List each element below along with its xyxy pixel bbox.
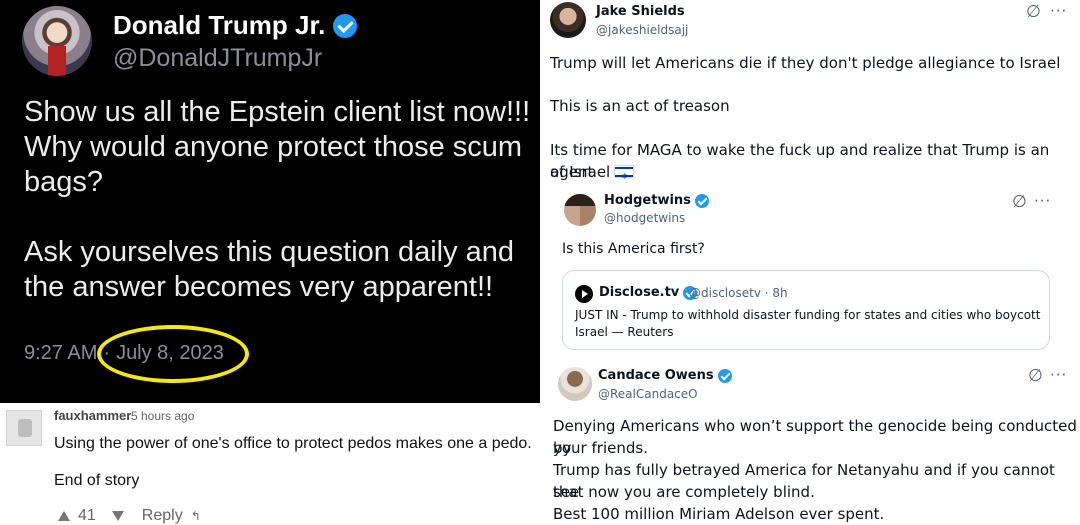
post-text: This is an act of treason bbox=[550, 97, 730, 115]
tweet-time: 9:27 AM bbox=[24, 342, 98, 364]
post-text: of Israel bbox=[550, 161, 635, 188]
israel-flag-icon bbox=[614, 165, 635, 188]
grok-icon[interactable]: ∅ bbox=[1026, 2, 1041, 22]
post-text: Best 100 million Miriam Adelson ever spe… bbox=[553, 505, 885, 523]
post-author-handle[interactable]: @RealCandaceO bbox=[598, 387, 698, 401]
disclose-tv-logo-icon bbox=[575, 285, 593, 303]
quoted-post-text: JUST IN - Trump to withhold disaster fun… bbox=[575, 308, 1041, 339]
reply-arrow-icon: ↰ bbox=[190, 509, 201, 523]
x-post-screenshot: Jake Shields @jakeshieldsajj ∅ ··· Trump… bbox=[540, 0, 1080, 525]
comment-text: Using the power of one's office to prote… bbox=[54, 435, 532, 452]
author-name-text: Candace Owens bbox=[598, 368, 714, 383]
post-text: your friends. bbox=[553, 439, 648, 457]
author-name-text: Donald Trump Jr. bbox=[113, 10, 326, 40]
quoted-author-handle[interactable]: @disclosetv · 8h bbox=[689, 286, 788, 300]
avatar[interactable] bbox=[558, 367, 592, 401]
post-text: that now you are completely blind. bbox=[553, 483, 815, 501]
tweet-body: Show us all the Epstein client list now!… bbox=[24, 95, 534, 340]
tweet-paragraph: Show us all the Epstein client list now!… bbox=[24, 96, 531, 198]
highlight-circle bbox=[97, 325, 249, 383]
post-author-handle[interactable]: @jakeshieldsajj bbox=[596, 23, 688, 37]
comment-actions: 41 Reply ↰ bbox=[58, 507, 201, 525]
more-options-icon[interactable]: ··· bbox=[1050, 2, 1067, 20]
comment-username[interactable]: fauxhammer bbox=[54, 408, 131, 423]
downvote-icon[interactable] bbox=[111, 511, 124, 521]
more-options-icon[interactable]: ··· bbox=[1050, 366, 1067, 384]
upvote-icon[interactable] bbox=[58, 511, 70, 521]
verified-badge-icon bbox=[717, 368, 732, 383]
reader-comment: fauxhammer 5 hours ago Using the power o… bbox=[0, 403, 540, 525]
comment-time[interactable]: 5 hours ago bbox=[131, 409, 194, 423]
post-author-name[interactable]: Jake Shields bbox=[596, 4, 685, 19]
verified-badge-icon bbox=[333, 13, 358, 38]
post-author-name[interactable]: Hodgetwins bbox=[604, 193, 709, 208]
post-author-handle[interactable]: @hodgetwins bbox=[604, 211, 685, 225]
grok-icon[interactable]: ∅ bbox=[1012, 192, 1027, 212]
author-name-text: Hodgetwins bbox=[604, 193, 691, 208]
vote-count: 41 bbox=[78, 507, 96, 524]
avatar[interactable] bbox=[550, 2, 586, 38]
avatar[interactable] bbox=[564, 194, 596, 226]
post-text: Is this America first? bbox=[562, 241, 705, 257]
author-name-text: Disclose.tv bbox=[599, 285, 680, 300]
tweet-author-name[interactable]: Donald Trump Jr. bbox=[113, 10, 358, 41]
tweet-author-handle[interactable]: @DonaldJTrumpJr bbox=[113, 44, 322, 73]
post-text: Trump will let Americans die if they don… bbox=[550, 54, 1061, 72]
reply-button[interactable]: Reply bbox=[142, 507, 183, 525]
trump-jr-tweet: Donald Trump Jr. @DonaldJTrumpJr Show us… bbox=[0, 0, 540, 403]
avatar[interactable] bbox=[22, 6, 92, 76]
verified-badge-icon bbox=[694, 193, 709, 208]
quoted-post-card[interactable]: Disclose.tv @disclosetv · 8h JUST IN - T… bbox=[562, 270, 1050, 350]
comment-text: End of story bbox=[54, 472, 140, 489]
quoted-author-name[interactable]: Disclose.tv bbox=[599, 285, 698, 300]
grok-icon[interactable]: ∅ bbox=[1028, 366, 1043, 386]
more-options-icon[interactable]: ··· bbox=[1034, 192, 1051, 210]
avatar[interactable] bbox=[6, 410, 42, 446]
post-author-name[interactable]: Candace Owens bbox=[598, 368, 732, 383]
tweet-paragraph: Ask yourselves this question daily and t… bbox=[24, 236, 515, 303]
post-text-line: of Israel bbox=[550, 163, 611, 181]
